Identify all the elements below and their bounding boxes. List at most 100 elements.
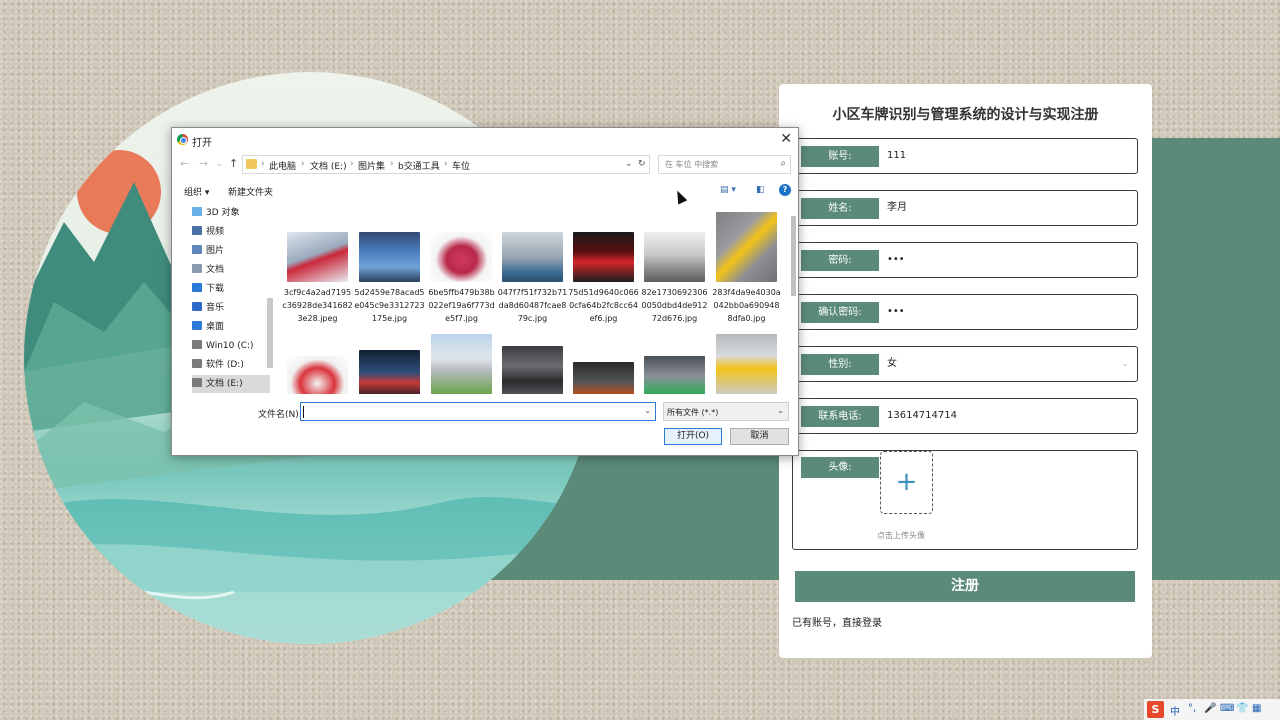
close-icon[interactable]: ✕	[780, 131, 792, 147]
nav-item-drive-d[interactable]: 软件 (D:)	[192, 356, 270, 374]
register-button[interactable]: 注册	[795, 571, 1135, 602]
filename-input[interactable]: ⌄	[300, 402, 656, 421]
file-tile[interactable]	[639, 356, 710, 394]
new-folder-button[interactable]: 新建文件夹	[228, 185, 273, 198]
file-name: 82e17306923060050dbd4de91272d676.jpg	[641, 288, 708, 323]
password-field[interactable]: 密码: •••	[792, 242, 1138, 278]
file-tile[interactable]: 047f7f51f732b71da8d60487fcae879c.jpg	[497, 232, 568, 325]
file-thumbnail	[716, 334, 777, 394]
microphone-icon[interactable]: 🎤	[1204, 703, 1216, 714]
preview-pane-icon[interactable]: ◧	[756, 185, 765, 195]
gender-field[interactable]: 性别: 女 ⌄	[792, 346, 1138, 382]
file-thumbnail	[644, 356, 705, 394]
breadcrumb-separator-icon: ›	[301, 159, 305, 169]
file-tile[interactable]: 82e17306923060050dbd4de91272d676.jpg	[639, 232, 710, 325]
skin-icon[interactable]: 👕	[1236, 703, 1248, 714]
nav-item-3d-objects[interactable]: 3D 对象	[192, 204, 270, 222]
view-options-icon[interactable]: ▤ ▾	[720, 185, 736, 195]
drive-icon	[192, 378, 202, 387]
search-input[interactable]: 在 车位 中搜索	[665, 159, 718, 170]
phone-input[interactable]: 13614714714	[887, 399, 957, 433]
confirm-password-field[interactable]: 确认密码: •••	[792, 294, 1138, 330]
file-thumbnail	[359, 232, 420, 282]
file-type-select[interactable]: 所有文件 (*.*) ⌄	[663, 402, 789, 421]
nav-item-label: Win10 (C:)	[206, 341, 254, 351]
file-thumbnail	[431, 334, 492, 394]
file-tile[interactable]	[711, 334, 782, 394]
file-tile[interactable]	[426, 334, 497, 394]
password-input[interactable]: •••	[887, 243, 905, 277]
forward-arrow-icon[interactable]: →	[199, 157, 208, 170]
nav-item-pictures[interactable]: 图片	[192, 242, 270, 260]
scrollbar-thumb[interactable]	[267, 298, 273, 368]
open-button[interactable]: 打开(O)	[664, 428, 722, 445]
file-tile[interactable]	[282, 356, 353, 394]
recent-dropdown-icon[interactable]: ⌄	[216, 159, 223, 168]
phone-field[interactable]: 联系电话: 13614714714	[792, 398, 1138, 434]
breadcrumb-pictures[interactable]: 图片集	[358, 159, 385, 172]
breadcrumb-current-folder[interactable]: 车位	[452, 159, 470, 172]
login-link[interactable]: 已有账号，直接登录	[792, 614, 882, 629]
nav-item-videos[interactable]: 视频	[192, 223, 270, 241]
file-tile[interactable]	[497, 346, 568, 394]
nav-item-drive-e[interactable]: 文档 (E:)	[192, 375, 270, 393]
nav-item-drive-c[interactable]: Win10 (C:)	[192, 337, 270, 355]
up-arrow-icon[interactable]: ↑	[229, 157, 238, 170]
filename-label: 文件名(N):	[258, 410, 302, 420]
text-caret	[303, 406, 304, 418]
confirm-password-input[interactable]: •••	[887, 295, 905, 329]
account-field[interactable]: 账号: 111	[792, 138, 1138, 174]
breadcrumb-separator-icon: ›	[350, 159, 354, 169]
help-icon[interactable]: ?	[779, 184, 791, 196]
breadcrumb-drive-e[interactable]: 文档 (E:)	[310, 159, 347, 172]
file-tile[interactable]: 75d51d9640c0660cfa64b2fc8cc64ef6.jpg	[568, 232, 639, 325]
cancel-button[interactable]: 取消	[730, 428, 789, 445]
chrome-icon	[177, 134, 188, 145]
file-name: 283f4da9e4030a042bb0a6909488dfa0.jpg	[712, 288, 781, 323]
address-bar[interactable]: › 此电脑 › 文档 (E:) › 图片集 › b交通工具 › 车位 ⌄ ↻	[242, 155, 650, 174]
nav-item-desktop[interactable]: 桌面	[192, 318, 270, 336]
file-thumbnail	[502, 232, 563, 282]
search-box[interactable]: 在 车位 中搜索 ⌕	[658, 155, 791, 174]
keyboard-icon[interactable]: ⌨	[1220, 703, 1234, 714]
sogou-ime-icon[interactable]: S	[1147, 701, 1164, 718]
nav-item-music[interactable]: 音乐	[192, 299, 270, 317]
breadcrumb-vehicles[interactable]: b交通工具	[398, 159, 440, 172]
organize-menu[interactable]: 组织 ▾	[184, 185, 209, 198]
nav-item-label: 文档 (E:)	[206, 379, 243, 389]
address-dropdown-icon[interactable]: ⌄	[625, 159, 633, 169]
breadcrumb-this-pc[interactable]: 此电脑	[269, 159, 296, 172]
file-name: 6be5ffb479b38b022ef19a6f773de5f7.jpg	[428, 288, 495, 323]
name-field[interactable]: 姓名: 李月	[792, 190, 1138, 226]
scrollbar-thumb[interactable]	[791, 216, 796, 296]
nav-item-label: 桌面	[206, 322, 225, 332]
chevron-down-icon[interactable]: ⌄	[644, 406, 651, 415]
punctuation-icon[interactable]: °,	[1188, 703, 1196, 714]
avatar-upload-button[interactable]: +	[880, 451, 933, 514]
file-thumbnail	[287, 232, 348, 282]
gender-select[interactable]: 女	[887, 347, 897, 381]
name-label: 姓名:	[801, 198, 879, 219]
register-title: 小区车牌识别与管理系统的设计与实现注册	[832, 107, 1099, 123]
nav-item-documents[interactable]: 文档	[192, 261, 270, 279]
toolbox-icon[interactable]: ▦	[1252, 703, 1261, 714]
dialog-titlebar[interactable]: 打开 ✕	[172, 128, 798, 152]
chevron-down-icon[interactable]: ⌄	[1121, 359, 1129, 369]
ime-language-indicator[interactable]: 中	[1170, 703, 1180, 718]
search-icon[interactable]: ⌕	[780, 158, 786, 169]
file-name: 3cf9c4a2ad7195c36928de3416823e28.jpeg	[282, 288, 353, 323]
file-tile[interactable]: 283f4da9e4030a042bb0a6909488dfa0.jpg	[711, 212, 782, 325]
file-tile[interactable]: 3cf9c4a2ad7195c36928de3416823e28.jpeg	[282, 232, 353, 325]
file-tile[interactable]: 5d2459e78acad5e045c9e3312723175e.jpg	[354, 232, 425, 325]
file-tile[interactable]	[568, 362, 639, 394]
name-input[interactable]: 李月	[887, 191, 907, 225]
file-tile[interactable]: 6be5ffb479b38b022ef19a6f773de5f7.jpg	[426, 232, 497, 325]
file-grid-scrollbar[interactable]	[789, 206, 798, 394]
account-input[interactable]: 111	[887, 139, 906, 173]
navigation-bar: ← → ⌄ ↑ › 此电脑 › 文档 (E:) › 图片集 › b交通工具 › …	[172, 154, 798, 176]
nav-pane-scrollbar[interactable]	[266, 208, 274, 396]
refresh-icon[interactable]: ↻	[638, 159, 646, 169]
back-arrow-icon[interactable]: ←	[180, 157, 189, 170]
nav-item-downloads[interactable]: 下载	[192, 280, 270, 298]
file-tile[interactable]	[354, 350, 425, 394]
